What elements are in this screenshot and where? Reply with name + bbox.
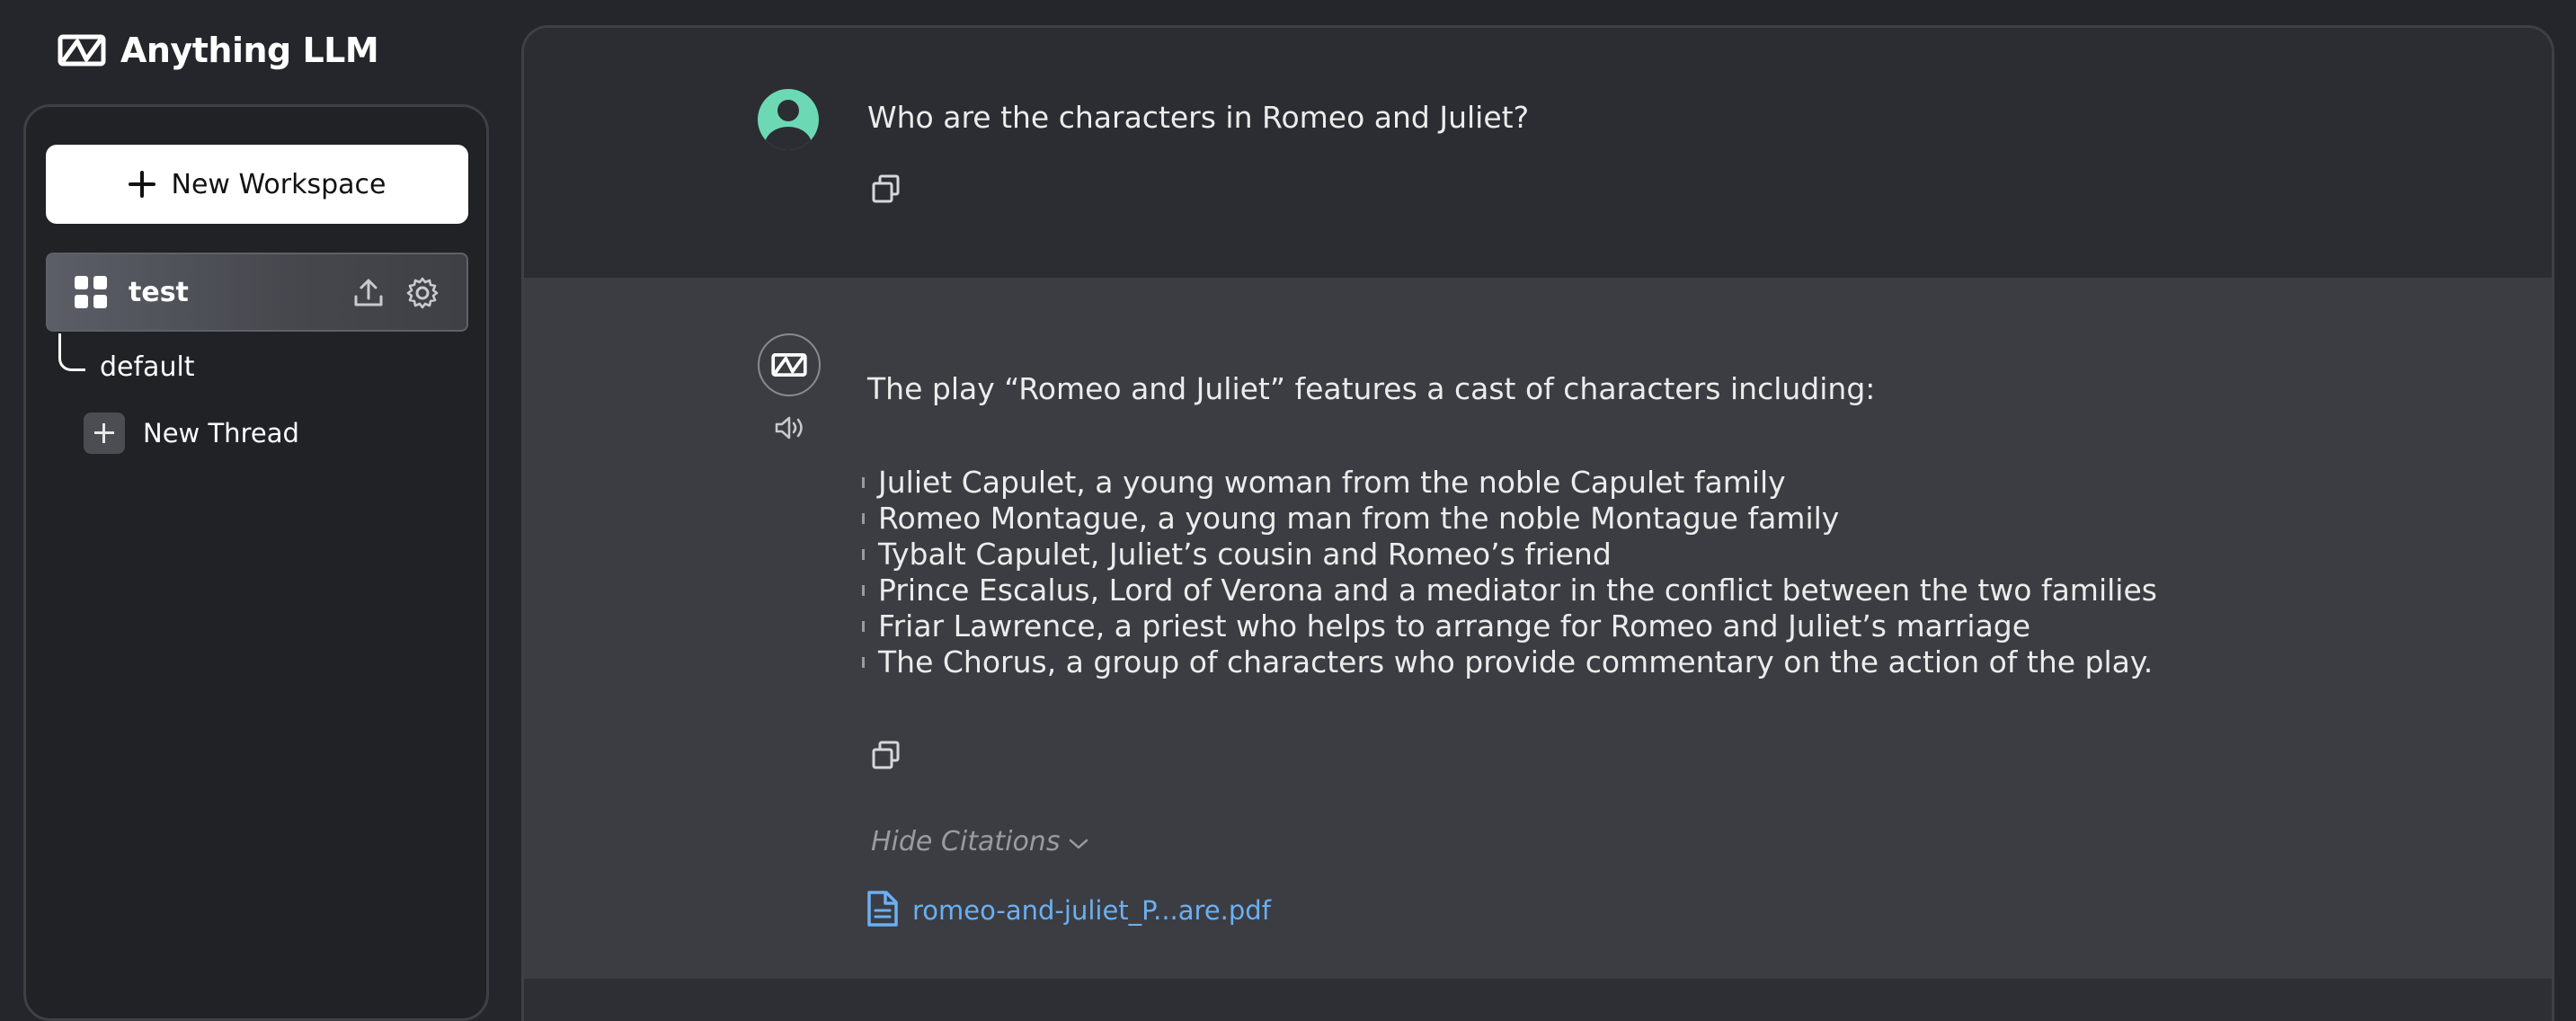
- workspace-name: test: [129, 276, 189, 308]
- list-item: Friar Lawrence, a priest who helps to ar…: [860, 608, 2157, 644]
- workspace-actions: [351, 276, 440, 310]
- thread-item-default[interactable]: default: [100, 351, 195, 383]
- chevron-down-icon: [1069, 826, 1088, 857]
- list-item: Romeo Montague, a young man from the nob…: [860, 501, 2157, 537]
- new-workspace-label: New Workspace: [171, 168, 386, 200]
- list-item: Prince Escalus, Lord of Verona and a med…: [860, 573, 2157, 608]
- list-item: The Chorus, a group of characters who pr…: [860, 644, 2157, 680]
- character-list: Juliet Capulet, a young woman from the n…: [860, 465, 2157, 680]
- assistant-avatar: [758, 333, 821, 396]
- user-avatar: [758, 89, 819, 150]
- sidebar: New Workspace test default New Thread: [23, 104, 489, 1021]
- anything-llm-logo-icon: [771, 353, 807, 377]
- copy-icon[interactable]: [871, 740, 902, 774]
- plus-icon: [84, 413, 125, 454]
- citation-item[interactable]: romeo-and-juliet_P...are.pdf: [866, 889, 1271, 932]
- chat-panel: Who are the characters in Romeo and Juli…: [521, 25, 2554, 1021]
- document-icon: [866, 889, 900, 932]
- new-workspace-button[interactable]: New Workspace: [46, 145, 468, 224]
- speaker-icon[interactable]: [774, 414, 806, 445]
- assistant-message-intro: The play “Romeo and Juliet” features a c…: [867, 371, 1876, 406]
- user-message-text: Who are the characters in Romeo and Juli…: [867, 100, 1530, 135]
- chat-footer-area: [524, 979, 2552, 1021]
- assistant-message: The play “Romeo and Juliet” features a c…: [524, 278, 2552, 979]
- new-thread-button[interactable]: New Thread: [84, 413, 299, 454]
- list-item: Tybalt Capulet, Juliet’s cousin and Rome…: [860, 537, 2157, 573]
- workspace-grid-icon: [75, 276, 107, 308]
- hide-citations-label: Hide Citations: [871, 826, 1061, 857]
- upload-icon[interactable]: [351, 276, 386, 310]
- gear-icon[interactable]: [405, 276, 440, 310]
- brand-name: Anything LLM: [120, 31, 379, 70]
- hide-citations-toggle[interactable]: Hide Citations: [871, 826, 1088, 857]
- new-thread-label: New Thread: [143, 418, 299, 448]
- brand: Anything LLM: [58, 27, 379, 74]
- citation-file-name: romeo-and-juliet_P...are.pdf: [912, 895, 1271, 926]
- anything-llm-logo-icon: [58, 32, 108, 68]
- list-item: Juliet Capulet, a young woman from the n…: [860, 465, 2157, 501]
- workspace-item-test[interactable]: test: [46, 253, 468, 332]
- copy-icon[interactable]: [871, 173, 902, 208]
- thread-connector: [58, 333, 85, 371]
- plus-icon: [128, 171, 155, 198]
- user-message: Who are the characters in Romeo and Juli…: [524, 28, 2552, 278]
